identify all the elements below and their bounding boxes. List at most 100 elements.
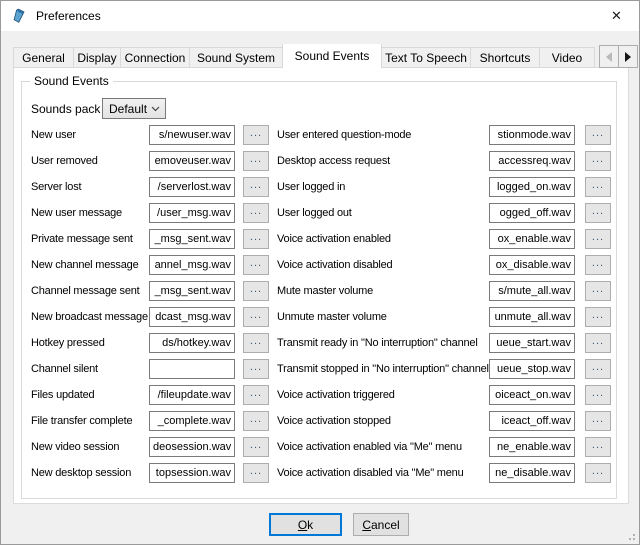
sound-file-input[interactable] (149, 333, 235, 353)
sound-event-label: Channel silent (31, 359, 98, 379)
sound-events-tab-page: Sound Events Sounds pack Default New use… (13, 67, 629, 504)
sound-event-label: File transfer complete (31, 411, 132, 431)
browse-button[interactable]: ... (585, 255, 611, 275)
title-bar: Preferences ✕ (1, 1, 639, 31)
browse-button[interactable]: ... (243, 255, 269, 275)
sound-file-input[interactable] (149, 411, 235, 431)
browse-button[interactable]: ... (585, 463, 611, 483)
sound-file-input[interactable] (149, 151, 235, 171)
sound-file-input[interactable] (489, 255, 575, 275)
browse-button[interactable]: ... (585, 151, 611, 171)
sound-event-label: New desktop session (31, 463, 131, 483)
sound-file-input[interactable] (149, 203, 235, 223)
tab-sound-events[interactable]: Sound Events (282, 44, 382, 68)
browse-button[interactable]: ... (585, 307, 611, 327)
sound-event-label: Server lost (31, 177, 81, 197)
browse-button[interactable]: ... (585, 411, 611, 431)
sound-event-label: User removed (31, 151, 98, 171)
sound-event-label: Unmute master volume (277, 307, 387, 327)
browse-button[interactable]: ... (243, 333, 269, 353)
browse-button[interactable]: ... (585, 281, 611, 301)
browse-button[interactable]: ... (243, 437, 269, 457)
ok-button[interactable]: Ok (269, 513, 342, 536)
sound-file-input[interactable] (149, 385, 235, 405)
tab-text-to-speech[interactable]: Text To Speech (381, 47, 471, 68)
browse-button[interactable]: ... (243, 281, 269, 301)
tab-sound-system[interactable]: Sound System (189, 47, 283, 68)
browse-button[interactable]: ... (243, 177, 269, 197)
tab-video[interactable]: Video (539, 47, 595, 68)
close-icon: ✕ (611, 8, 622, 24)
sound-event-label: Transmit stopped in "No interruption" ch… (277, 359, 489, 379)
tab-connection[interactable]: Connection (120, 47, 190, 68)
sound-file-input[interactable] (149, 281, 235, 301)
sound-file-input[interactable] (489, 151, 575, 171)
sound-event-label: Private message sent (31, 229, 133, 249)
sound-file-input[interactable] (489, 411, 575, 431)
sound-event-label: New user message (31, 203, 122, 223)
sound-event-label: New channel message (31, 255, 138, 275)
arrow-left-icon (601, 52, 612, 62)
chevron-down-icon (151, 106, 160, 112)
tab-display[interactable]: Display (73, 47, 121, 68)
browse-button[interactable]: ... (585, 177, 611, 197)
preferences-window: Preferences ✕ GeneralDisplayConnectionSo… (0, 0, 640, 545)
sound-file-input[interactable] (489, 229, 575, 249)
sound-file-input[interactable] (489, 177, 575, 197)
sound-file-input[interactable] (149, 255, 235, 275)
sound-file-input[interactable] (489, 463, 575, 483)
sound-file-input[interactable] (149, 307, 235, 327)
sound-file-input[interactable] (149, 125, 235, 145)
browse-button[interactable]: ... (585, 437, 611, 457)
browse-button[interactable]: ... (585, 333, 611, 353)
tab-general[interactable]: General (13, 47, 74, 68)
sound-file-input[interactable] (489, 281, 575, 301)
browse-button[interactable]: ... (585, 385, 611, 405)
arrow-right-icon (625, 52, 636, 62)
resize-grip[interactable] (625, 530, 635, 540)
browse-button[interactable]: ... (585, 359, 611, 379)
sound-file-input[interactable] (489, 333, 575, 353)
sound-event-label: Voice activation enabled (277, 229, 391, 249)
browse-button[interactable]: ... (243, 359, 269, 379)
sounds-pack-label: Sounds pack (31, 99, 100, 119)
browse-button[interactable]: ... (585, 203, 611, 223)
tab-scroll-right-button[interactable] (618, 45, 638, 68)
sound-file-input[interactable] (149, 359, 235, 379)
sound-file-input[interactable] (149, 437, 235, 457)
sound-file-input[interactable] (149, 229, 235, 249)
sound-file-input[interactable] (489, 385, 575, 405)
browse-button[interactable]: ... (243, 125, 269, 145)
sound-event-label: Transmit ready in "No interruption" chan… (277, 333, 478, 353)
sound-event-label: User logged in (277, 177, 345, 197)
groupbox-title: Sound Events (30, 74, 113, 88)
browse-button[interactable]: ... (243, 229, 269, 249)
browse-button[interactable]: ... (585, 125, 611, 145)
sound-file-input[interactable] (489, 125, 575, 145)
close-button[interactable]: ✕ (594, 1, 639, 31)
sound-file-input[interactable] (489, 437, 575, 457)
browse-button[interactable]: ... (243, 411, 269, 431)
browse-button[interactable]: ... (243, 203, 269, 223)
sound-file-input[interactable] (149, 177, 235, 197)
browse-button[interactable]: ... (243, 385, 269, 405)
browse-button[interactable]: ... (243, 307, 269, 327)
sound-file-input[interactable] (489, 203, 575, 223)
sound-event-label: Voice activation disabled via "Me" menu (277, 463, 464, 483)
sound-event-label: Voice activation enabled via "Me" menu (277, 437, 462, 457)
tab-shortcuts[interactable]: Shortcuts (470, 47, 540, 68)
browse-button[interactable]: ... (585, 229, 611, 249)
browse-button[interactable]: ... (243, 151, 269, 171)
sounds-pack-select[interactable]: Default (102, 98, 166, 119)
cancel-button[interactable]: Cancel (353, 513, 409, 536)
sound-event-label: User entered question-mode (277, 125, 411, 145)
sound-file-input[interactable] (149, 463, 235, 483)
tab-scroll-left-button[interactable] (599, 45, 619, 68)
sound-event-label: New user (31, 125, 76, 145)
sound-event-label: New broadcast message (31, 307, 148, 327)
sound-event-label: Desktop access request (277, 151, 390, 171)
sound-file-input[interactable] (489, 307, 575, 327)
sound-file-input[interactable] (489, 359, 575, 379)
browse-button[interactable]: ... (243, 463, 269, 483)
sound-event-label: Voice activation stopped (277, 411, 391, 431)
